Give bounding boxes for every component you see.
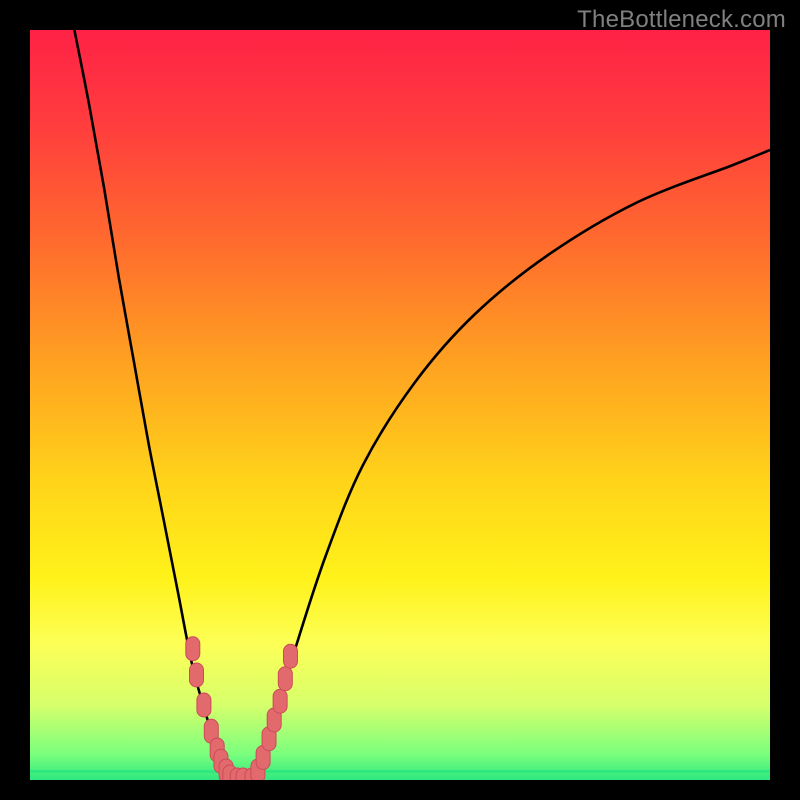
watermark-text: TheBottleneck.com xyxy=(577,6,786,34)
marker-point xyxy=(197,693,211,717)
chart-svg xyxy=(30,30,770,780)
marker-point xyxy=(186,637,200,661)
marker-point xyxy=(273,689,287,713)
chart-frame: TheBottleneck.com xyxy=(0,0,800,800)
marker-point xyxy=(190,663,204,687)
green-baseline xyxy=(30,770,770,773)
chart-plot-area xyxy=(30,30,770,780)
marker-point xyxy=(278,667,292,691)
marker-point xyxy=(283,644,297,668)
